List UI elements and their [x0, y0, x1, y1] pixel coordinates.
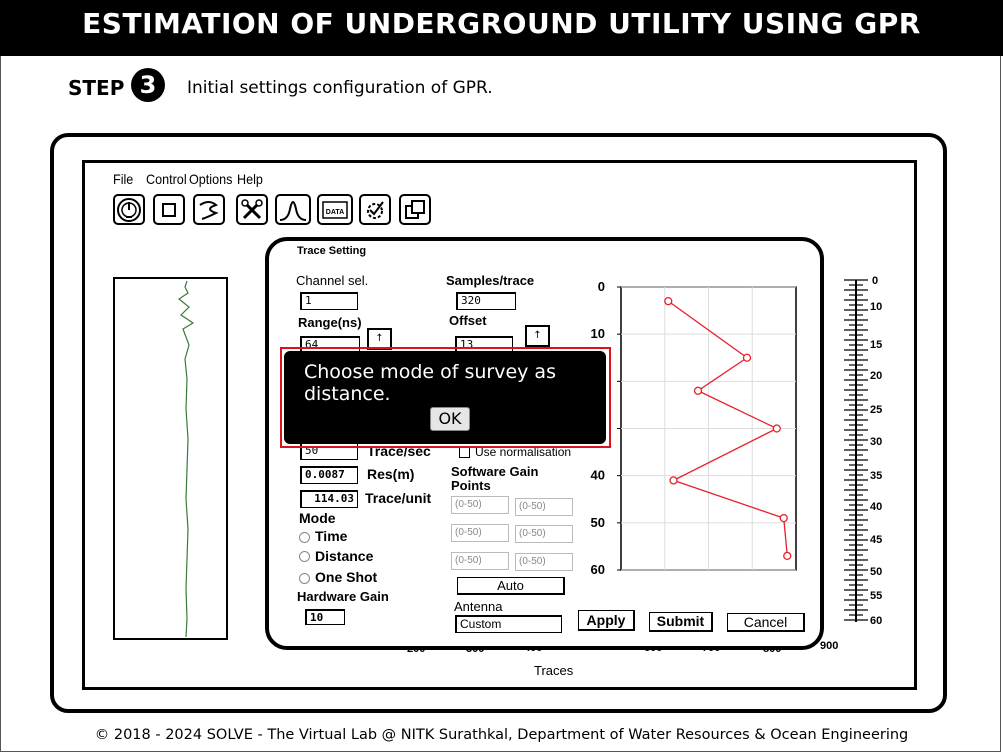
stop-icon[interactable]	[153, 194, 185, 225]
gear-check-icon[interactable]	[359, 194, 391, 225]
trace-unit-label: Trace/unit	[365, 490, 432, 506]
right-tick: 35	[870, 470, 883, 482]
data-point	[783, 551, 792, 561]
gain-point-input[interactable]: (0-50)	[451, 552, 509, 570]
data-point	[669, 476, 678, 485]
right-tick: 25	[870, 404, 883, 416]
samples-input[interactable]: 320	[456, 292, 516, 310]
step-label: STEP	[68, 76, 125, 100]
gain-point-input[interactable]: (0-50)	[515, 525, 573, 543]
y-tick-label: 50	[591, 515, 605, 530]
page-title: ESTIMATION OF UNDERGROUND UTILITY USING …	[0, 0, 1003, 56]
right-tick: 45	[870, 534, 883, 546]
wave-icon[interactable]	[193, 194, 225, 225]
range-label: Range(ns)	[298, 315, 362, 330]
data-point	[693, 386, 703, 395]
antenna-label: Antenna	[454, 599, 503, 614]
y-tick-label: 40	[591, 468, 605, 483]
y-tick-label: 10	[591, 326, 605, 341]
data-icon-text: DATA	[326, 209, 344, 216]
x-tick: 900	[820, 640, 839, 652]
menu-help[interactable]: Help	[237, 171, 263, 187]
right-tick: 40	[870, 501, 883, 513]
dialog-title: Trace Setting	[297, 245, 367, 257]
data-point	[664, 296, 673, 306]
step-number-badge: 3	[131, 68, 165, 102]
gauge-icon[interactable]	[113, 194, 145, 225]
right-tick: 55	[870, 590, 883, 602]
step-instruction: Initial settings configuration of GPR.	[187, 78, 493, 98]
hardware-gain-input[interactable]: 10	[305, 609, 345, 625]
gain-point-input[interactable]: (0-50)	[515, 498, 573, 516]
data-point	[779, 513, 788, 523]
right-tick: 20	[870, 370, 883, 382]
mode-distance-radio[interactable]	[299, 551, 310, 562]
menu-options[interactable]: Options	[189, 171, 232, 187]
trace-panel	[113, 277, 228, 640]
offset-up-arrow-icon[interactable]: ↑	[525, 325, 550, 347]
gain-point-input[interactable]: (0-50)	[451, 524, 509, 542]
offset-label: Offset	[449, 313, 487, 328]
software-gain-label: Software Gain Points	[451, 464, 539, 493]
submit-button[interactable]: Submit	[649, 612, 713, 632]
data-icon[interactable]: DATA	[317, 194, 353, 225]
y-tick-label: 60	[591, 562, 605, 577]
gain-point-input[interactable]: (0-50)	[515, 553, 573, 571]
hardware-gain-label: Hardware Gain	[297, 589, 389, 604]
mode-one-shot-label: One Shot	[315, 569, 378, 585]
mode-distance-label: Distance	[315, 548, 374, 564]
auto-button[interactable]: Auto	[457, 577, 565, 595]
copy-icon[interactable]	[399, 194, 431, 225]
right-tick: 30	[870, 436, 883, 448]
tools-icon[interactable]	[236, 194, 268, 225]
res-label: Res(m)	[367, 466, 415, 482]
mode-label: Mode	[299, 510, 336, 526]
trace-waveform	[177, 280, 195, 638]
channel-input[interactable]: 1	[300, 292, 358, 310]
samples-label: Samples/trace	[446, 273, 535, 288]
gain-point-input[interactable]: (0-50)	[451, 496, 509, 514]
mode-time-radio[interactable]	[299, 532, 310, 543]
right-tick: 60	[870, 615, 883, 627]
menu-file[interactable]: File	[113, 171, 133, 187]
channel-label: Channel sel.	[296, 273, 369, 288]
alert-ok-button[interactable]: OK	[430, 407, 470, 431]
menu-control[interactable]: Control	[146, 171, 187, 187]
right-tick: 15	[870, 339, 883, 351]
bell-curve-icon[interactable]	[275, 194, 311, 225]
right-tick: 10	[870, 301, 883, 313]
trace-unit-input[interactable]: 114.03	[300, 490, 358, 508]
cancel-button[interactable]: Cancel	[727, 613, 805, 632]
right-tick: 50	[870, 566, 883, 578]
res-input[interactable]: 0.0087	[300, 466, 358, 484]
normalisation-checkbox[interactable]	[459, 447, 470, 458]
data-point	[772, 424, 781, 433]
alert-dialog: Choose mode of survey as distance. OK	[284, 351, 606, 444]
right-axis: 0 10 15 20 25 30 35 40 45 50 55 60	[820, 275, 883, 627]
x-axis-label: Traces	[534, 663, 574, 678]
apply-button[interactable]: Apply	[578, 610, 635, 631]
antenna-select[interactable]: Custom	[455, 615, 562, 633]
alert-message: Choose mode of survey as distance.	[304, 361, 556, 405]
footer-copyright: © 2018 - 2024 SOLVE - The Virtual Lab @ …	[94, 727, 909, 743]
y-tick-label: 0	[598, 279, 605, 294]
mode-one-shot-radio[interactable]	[299, 573, 310, 584]
data-point	[742, 353, 752, 362]
right-tick: 0	[872, 275, 879, 287]
mode-time-label: Time	[315, 528, 348, 544]
